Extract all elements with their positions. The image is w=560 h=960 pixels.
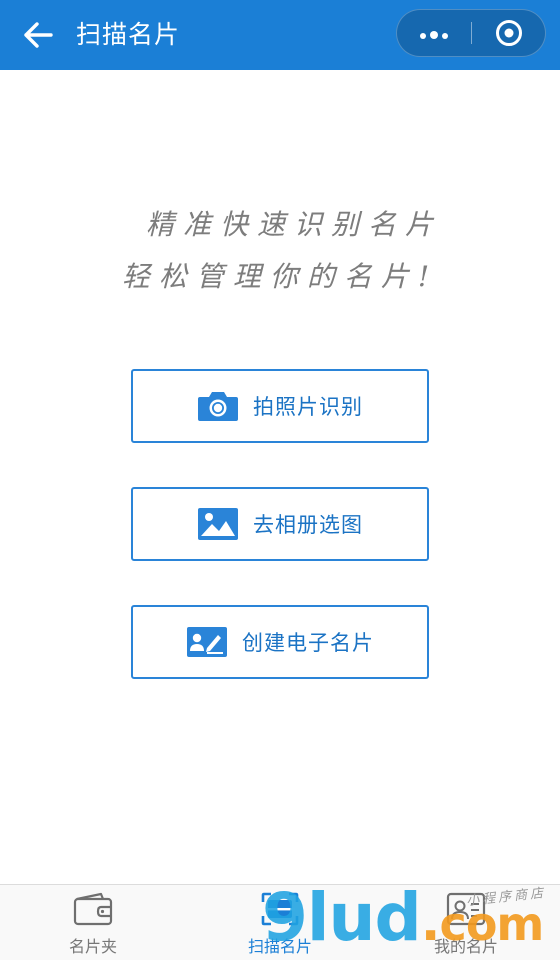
tab-card-holder[interactable]: 名片夹 xyxy=(0,885,186,960)
contact-card-icon xyxy=(373,892,559,926)
back-button[interactable] xyxy=(18,17,58,53)
bottom-tab-bar: 名片夹 扫描名片 我的名片 xyxy=(0,884,560,960)
slogan-line-2: 轻松管理你的名片! xyxy=(121,260,439,293)
more-dots-icon xyxy=(418,24,450,43)
nav-header: 扫描名片 xyxy=(0,0,560,70)
tab-my-card[interactable]: 我的名片 xyxy=(373,885,559,960)
page-title: 扫描名片 xyxy=(76,20,181,49)
slogan-line-1: 精准快速识别名片 xyxy=(145,208,442,241)
choose-album-label: 去相册选图 xyxy=(253,513,363,537)
close-mini-program-button[interactable] xyxy=(472,10,545,56)
create-ecard-button[interactable]: 创建电子名片 xyxy=(131,605,429,679)
mini-program-capsule xyxy=(396,9,546,57)
id-card-pen-icon xyxy=(186,626,228,658)
create-ecard-label: 创建电子名片 xyxy=(242,631,374,655)
take-photo-label: 拍照片识别 xyxy=(253,395,363,419)
tab-my-card-label: 我的名片 xyxy=(433,937,498,956)
choose-album-button[interactable]: 去相册选图 xyxy=(131,487,429,561)
wallet-icon xyxy=(0,892,186,926)
tab-scan-card[interactable]: 扫描名片 xyxy=(187,885,373,960)
take-photo-button[interactable]: 拍照片识别 xyxy=(131,369,429,443)
target-circle-icon xyxy=(495,20,522,46)
arrow-left-icon xyxy=(24,22,53,48)
scan-frame-icon xyxy=(187,892,373,926)
camera-icon xyxy=(197,390,239,422)
image-icon xyxy=(197,507,239,541)
tab-scan-card-label: 扫描名片 xyxy=(247,937,312,956)
tab-card-holder-label: 名片夹 xyxy=(68,937,117,956)
more-button[interactable] xyxy=(397,10,471,56)
